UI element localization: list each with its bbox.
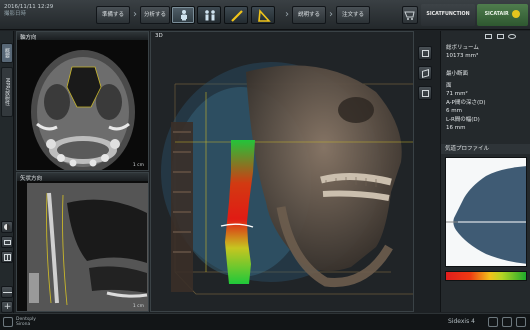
contrast-icon: [4, 224, 10, 230]
ap-depth-label: A-P間の深さ(D): [446, 100, 486, 106]
menu-icon[interactable]: [3, 317, 13, 327]
crosshair-tool-button[interactable]: [1, 286, 13, 298]
power-icon[interactable]: [516, 317, 526, 327]
reset-view-button[interactable]: [418, 66, 432, 80]
airway-profile-curve: [446, 158, 526, 266]
sagittal-panel-title: 矢状方向: [20, 176, 43, 182]
clip-plane-tool-button[interactable]: [418, 46, 432, 60]
sagittal-view-panel[interactable]: 矢状方向 1 cm: [16, 172, 149, 312]
grid-icon: [4, 254, 11, 261]
axial-ct-image: [17, 32, 148, 170]
3d-panel-title: 3D: [155, 33, 163, 39]
help-icon[interactable]: [488, 317, 498, 327]
ruler-icon: [231, 10, 243, 22]
exam-date: 2016/11/11 12:29: [4, 4, 54, 10]
axial-scale-label: 1 cm: [132, 163, 144, 168]
airway-profile-graph[interactable]: [445, 157, 527, 267]
workflow-prepare-button[interactable]: 準備する: [96, 6, 130, 24]
layers-icon: [422, 50, 429, 57]
camera-alt-icon[interactable]: [496, 34, 504, 39]
measure-angle-tool-button[interactable]: [251, 6, 275, 24]
image-icon: [4, 240, 11, 245]
exam-date-label: 撮影日時: [4, 11, 27, 17]
info-toolbar: [485, 34, 517, 41]
person-front-icon: [181, 10, 187, 21]
person-pair-icon: [205, 10, 215, 21]
vendor-logo: Dentsply Sirona: [16, 317, 36, 327]
top-toolbar: 2016/11/11 12:29 撮影日時 準備する › 分析する › 説明する…: [0, 0, 530, 40]
3d-view-panel[interactable]: 3D: [150, 31, 414, 312]
axial-panel-title: 軸方向: [20, 35, 37, 41]
plus-icon: +: [3, 302, 12, 312]
total-volume-value: 10173 mm³: [446, 53, 479, 59]
sicat-air-label: SICATAIR: [484, 12, 509, 17]
cube-icon: [422, 69, 429, 78]
axial-view-panel[interactable]: 軸方向 1 cm: [16, 31, 149, 171]
angle-icon: [258, 9, 271, 22]
left-tab-strip: 概要 MPR/放射性 +: [0, 31, 14, 321]
chevron-right-icon: ›: [133, 9, 137, 20]
exam-date-box[interactable]: 2016/11/11 12:29 撮影日時: [4, 4, 68, 26]
status-footer: Dentsply Sirona Sidexis 4: [0, 313, 530, 330]
image-settings-tool-button[interactable]: [1, 236, 13, 248]
orientation-tool-button[interactable]: [418, 86, 432, 100]
cart-button[interactable]: [402, 6, 418, 24]
airway-front-tool-button[interactable]: [171, 6, 195, 24]
layout-tool-button[interactable]: [1, 251, 13, 263]
airway-heat-scale: [445, 271, 527, 281]
eye-icon[interactable]: [508, 34, 517, 39]
cart-icon: [404, 11, 415, 20]
product-name: Sidexis 4: [448, 318, 475, 325]
sicat-function-button[interactable]: SICATFUNCTION: [421, 4, 475, 40]
3d-volume-render: [151, 32, 413, 311]
sicat-air-button[interactable]: SICATAIR: [477, 4, 528, 26]
area-label: 面: [446, 83, 452, 89]
window-level-tool-button[interactable]: [1, 221, 13, 233]
lr-width-value: 16 mm: [446, 125, 466, 131]
sicat-air-logo-icon: [512, 9, 521, 18]
zoom-tool-button[interactable]: +: [1, 301, 13, 313]
crosshair-icon: [3, 292, 12, 293]
camera-icon[interactable]: [485, 34, 492, 39]
vendor-name-line-2: Sirona: [16, 322, 31, 327]
sicat-function-label: SICATFUNCTION: [426, 12, 470, 17]
box-icon: [422, 90, 429, 97]
tab-overview[interactable]: 概要: [1, 43, 13, 63]
chevron-right-icon: ›: [329, 9, 333, 20]
sagittal-scale-label: 1 cm: [132, 304, 144, 309]
airway-split-tool-button[interactable]: [197, 6, 221, 24]
tab-mpr-radial[interactable]: MPR/放射性: [1, 67, 13, 117]
min-section-label: 最小断面: [446, 71, 469, 77]
app-window: 2016/11/11 12:29 撮影日時 準備する › 分析する › 説明する…: [0, 0, 530, 330]
lr-width-label: L-R間の幅(D): [446, 117, 480, 123]
settings-icon[interactable]: [502, 317, 512, 327]
workflow-order-button[interactable]: 注文する: [336, 6, 370, 24]
airway-profile-header: 気道プロファイル: [441, 144, 530, 154]
measure-line-tool-button[interactable]: [224, 6, 248, 24]
total-volume-label: 総ボリューム: [446, 45, 479, 51]
chevron-right-icon: ›: [285, 9, 289, 20]
sagittal-ct-image: [17, 173, 148, 311]
workflow-analyze-button[interactable]: 分析する: [140, 6, 170, 24]
area-value: 71 mm²: [446, 91, 468, 97]
workflow-explain-button[interactable]: 説明する: [292, 6, 326, 24]
airway-info-panel: 総ボリューム 10173 mm³ 最小断面 面 71 mm² A-P間の深さ(D…: [440, 31, 530, 312]
ap-depth-value: 6 mm: [446, 108, 462, 114]
